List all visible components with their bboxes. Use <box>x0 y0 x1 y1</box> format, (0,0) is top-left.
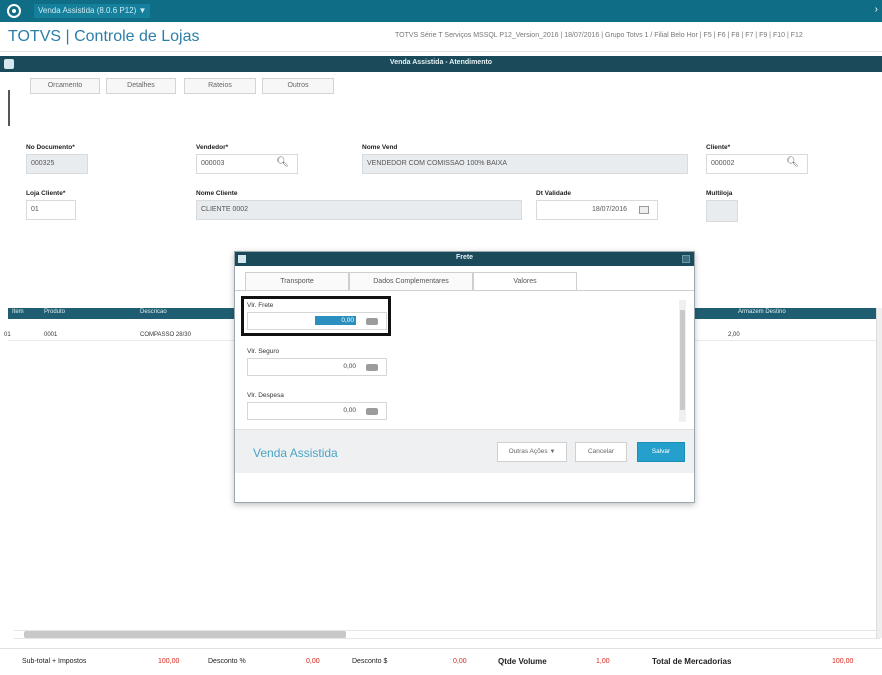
row-descricao: COMPASSO 28/30 <box>140 332 191 338</box>
doc-number-field[interactable]: 000325 <box>26 154 88 174</box>
tab-valores[interactable]: Valores <box>473 272 577 291</box>
orcamento-button[interactable]: Orcamento <box>30 78 100 94</box>
discount-val-label: Desconto $ <box>352 658 388 665</box>
seguro-input[interactable]: 0,00 <box>247 358 387 376</box>
app-header: TOTVS | Controle de Lojas TOTVS Série T … <box>0 22 882 52</box>
dialog-title-bar: Frete <box>235 252 694 266</box>
row-armazem: 2,00 <box>728 332 740 338</box>
store-label: Loja Cliente* <box>26 190 66 197</box>
despesa-input[interactable]: 0,00 <box>247 402 387 420</box>
despesa-value: 0,00 <box>343 407 356 414</box>
grid-horizontal-scrollbar[interactable] <box>24 631 346 638</box>
environment-info: TOTVS Série T Serviços MSSQL P12_Version… <box>395 32 803 39</box>
dialog-title: Frete <box>455 254 474 261</box>
close-icon[interactable] <box>682 255 690 263</box>
seller-code-field[interactable]: 000003 🔍︎ <box>196 154 298 174</box>
cancel-button[interactable]: Cancelar <box>575 442 627 462</box>
calendar-icon[interactable] <box>639 206 649 214</box>
rateios-button[interactable]: Rateios <box>184 78 256 94</box>
grid-col-item: Item <box>12 309 24 315</box>
app-title: TOTVS | Controle de Lojas <box>8 28 200 45</box>
seguro-value: 0,00 <box>343 363 356 370</box>
calculator-icon[interactable] <box>366 318 378 325</box>
client-name-label: Nome Cliente <box>196 190 238 197</box>
qty-volume-value: 1,00 <box>596 658 610 665</box>
search-icon[interactable]: 🔍︎ <box>276 157 289 168</box>
detalhes-button[interactable]: Detalhes <box>106 78 176 94</box>
client-name-field[interactable]: CLIENTE 0002 <box>196 200 522 220</box>
tab-transporte[interactable]: Transporte <box>245 272 349 290</box>
qty-volume-label: Qtde Volume <box>498 657 547 666</box>
tab-dados-complementares[interactable]: Dados Complementares <box>349 272 473 290</box>
grid-vertical-scrollbar[interactable] <box>876 308 882 638</box>
side-marker <box>8 90 10 126</box>
calculator-icon[interactable] <box>366 364 378 371</box>
window-title-bar: Venda Assistida - Atendimento <box>0 56 882 72</box>
validity-value: 18/07/2016 <box>591 206 627 213</box>
chevron-down-icon: ▼ <box>549 449 556 455</box>
program-tab[interactable]: Venda Assistida (8.0.6 P12) ▼ <box>34 4 151 18</box>
despesa-label: Vlr. Despesa <box>247 392 284 399</box>
client-label: Cliente* <box>706 144 731 151</box>
dialog-footer: Venda Assistida Outras Ações ▼ Cancelar … <box>235 429 694 473</box>
grid-col-armazem: Armazem Destino <box>738 309 786 315</box>
store-field[interactable]: 01 <box>26 200 76 220</box>
topbar-chevron-icon[interactable]: › <box>875 4 878 15</box>
seguro-label: Vlr. Seguro <box>247 348 280 355</box>
client-code-field[interactable]: 000002 🔍︎ <box>706 154 808 174</box>
frete-dialog: Frete Transporte Dados Complementares Va… <box>234 251 695 503</box>
client-code-value: 000002 <box>711 160 735 167</box>
tab-divider <box>235 290 694 291</box>
search-icon[interactable]: 🔍︎ <box>786 157 799 168</box>
total-value: 100,00 <box>832 658 854 665</box>
grid-col-descricao: Descricao <box>140 309 167 315</box>
frete-value: 0,00 <box>315 316 356 325</box>
outros-button[interactable]: Outros <box>262 78 334 94</box>
seller-name-label: Nome Vend <box>362 144 398 151</box>
outras-acoes-label: Outras Ações <box>508 448 548 455</box>
seller-code-value: 000003 <box>201 160 225 167</box>
seller-name-field[interactable]: VENDEDOR COM COMISSAO 100% BAIXA <box>362 154 688 174</box>
total-label: Total de Mercadorias <box>652 657 732 666</box>
multiloja-field[interactable] <box>706 200 738 222</box>
frete-label: Vlr. Frete <box>247 302 274 309</box>
validity-label: Dt Validade <box>536 190 572 197</box>
grid-col-produto: Produto <box>44 309 66 315</box>
discount-pct-value: 0,00 <box>306 658 320 665</box>
row-produto: 0001 <box>44 332 58 338</box>
subtotal-label: Sub-total + Impostos <box>22 658 87 665</box>
venda-assistida-brand: Venda Assistida <box>253 446 338 460</box>
window-title: Venda Assistida - Atendimento <box>389 59 493 66</box>
save-button[interactable]: Salvar <box>637 442 685 462</box>
calculator-icon[interactable] <box>366 408 378 415</box>
subtotal-value: 100,00 <box>158 658 180 665</box>
dialog-scrollbar-thumb[interactable] <box>680 310 685 410</box>
seller-label: Vendedor* <box>196 144 229 151</box>
multiloja-label: Multiloja <box>706 190 733 197</box>
top-bar: Venda Assistida (8.0.6 P12) ▼ › <box>0 0 882 22</box>
totals-footer: Sub-total + Impostos 100,00 Desconto % 0… <box>0 648 882 675</box>
validity-field[interactable]: 18/07/2016 <box>536 200 658 220</box>
totvs-logo-icon[interactable] <box>7 4 21 18</box>
dialog-scrollbar[interactable] <box>679 300 686 422</box>
frete-input[interactable]: 0,00 <box>247 312 387 330</box>
discount-pct-label: Desconto % <box>208 658 246 665</box>
row-item: 01 <box>4 332 11 338</box>
discount-val-value: 0,00 <box>453 658 467 665</box>
outras-acoes-button[interactable]: Outras Ações ▼ <box>497 442 567 462</box>
doc-label: No Documento* <box>26 144 75 151</box>
